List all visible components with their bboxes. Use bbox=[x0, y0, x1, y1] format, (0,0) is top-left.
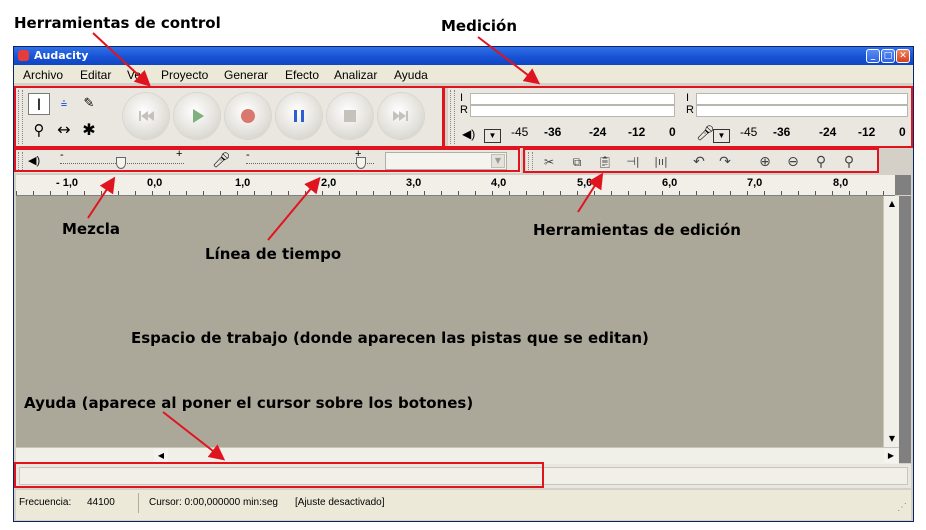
arrow-edit-tools bbox=[577, 172, 604, 213]
annotation-help: Ayuda (aparece al poner el cursor sobre … bbox=[24, 394, 474, 412]
arrow-mixer bbox=[87, 176, 116, 219]
arrow-meter bbox=[477, 36, 541, 85]
annotation-edit-tools: Herramientas de edición bbox=[533, 221, 741, 239]
arrow-timeline bbox=[267, 176, 321, 241]
annotation-mixer: Mezcla bbox=[62, 220, 120, 238]
annotation-workspace: Espacio de trabajo (donde aparecen las p… bbox=[131, 329, 649, 347]
annotation-arrows bbox=[87, 32, 604, 461]
arrow-help bbox=[162, 411, 226, 461]
annotation-timeline: Línea de tiempo bbox=[205, 245, 342, 263]
arrow-control-tools bbox=[92, 32, 151, 87]
